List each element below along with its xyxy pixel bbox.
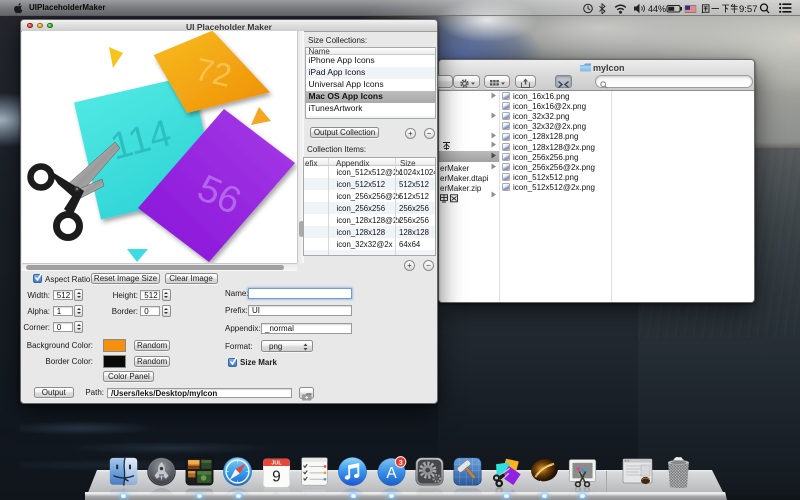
svg-text:A: A <box>386 465 397 482</box>
svg-text:3: 3 <box>398 458 403 467</box>
svg-text:9:57: 9:57 <box>739 4 758 14</box>
svg-text:9: 9 <box>272 469 281 486</box>
svg-text:JUL: JUL <box>271 461 282 467</box>
svg-text:44%: 44% <box>648 4 666 14</box>
